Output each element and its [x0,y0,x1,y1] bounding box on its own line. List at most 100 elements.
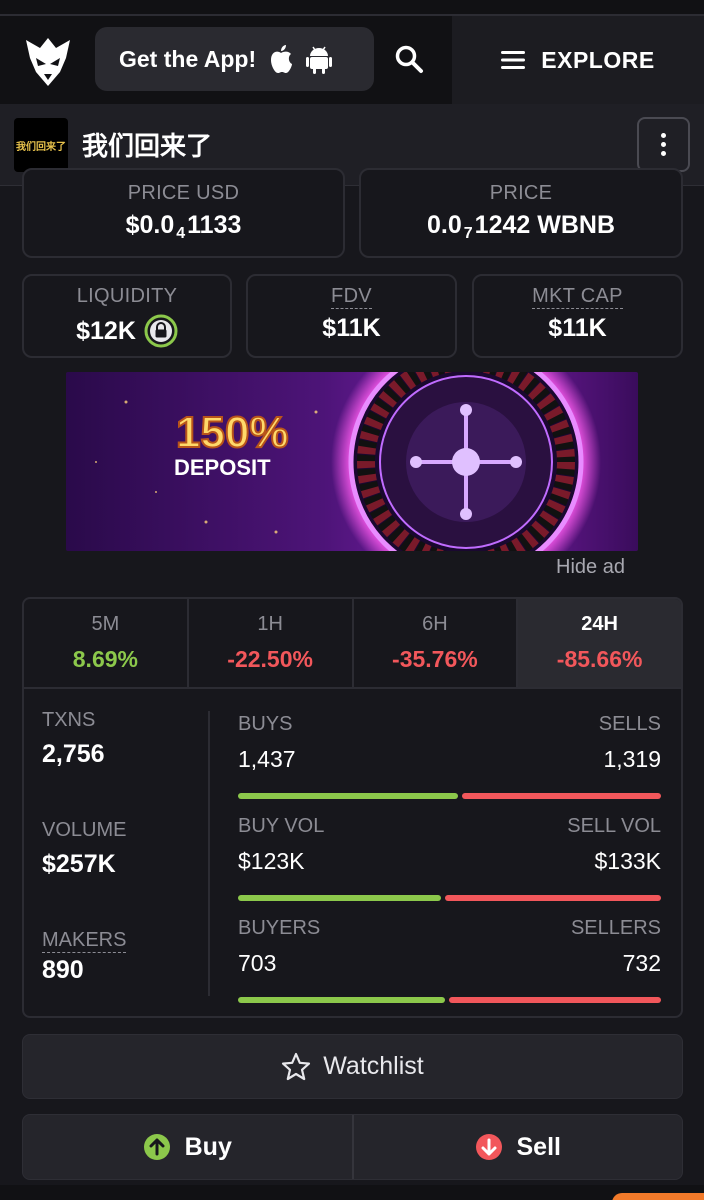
floating-action-edge[interactable] [612,1193,704,1200]
buy-bar-fill [238,793,459,799]
mkt-cap-label: MKT CAP [474,285,681,309]
summary-column: TXNS 2,756 VOLUME $257K MAKERS 890 [42,709,212,985]
fdv-card: FDV $11K [246,274,457,358]
arrow-up-circle-icon [143,1134,170,1160]
kebab-dot-icon [661,133,666,138]
price-native-suffix: 1242 WBNB [474,211,615,239]
sell-label: Sell [516,1132,561,1161]
price-native-label: PRICE [489,182,553,204]
price-usd-card: PRICE USD $0.0 4 1133 [22,168,345,258]
buys-sells-bar [238,793,661,799]
ad-banner[interactable]: 150% DEPOSIT [66,372,638,551]
stats-panel: 5M 8.69% 1H -22.50% 6H -35.76% 24H -85.6… [22,597,683,1018]
explore-label: EXPLORE [541,46,655,73]
buyers-value: 703 [238,950,277,976]
buy-sell-vol-bar [238,895,661,901]
buy-vol-label: BUY VOL [238,815,325,837]
makers-value: 890 [42,956,84,984]
get-app-button[interactable]: Get the App! [95,27,374,91]
explore-menu-button[interactable]: EXPLORE [452,16,704,104]
tab-label: 5M [91,613,120,635]
apple-icon [271,45,293,73]
get-app-label: Get the App! [119,45,257,72]
bottom-strip [0,1185,704,1200]
buy-sell-vol-row: BUY VOL SELL VOL $123K $133K [238,815,661,901]
fdv-label-text: FDV [331,285,372,309]
txns-value: 2,756 [42,740,105,768]
buyers-sellers-row: BUYERS SELLERS 703 732 [238,917,661,1003]
tab-label: 6H [422,613,448,635]
sellers-value: 732 [622,950,661,976]
buys-label: BUYS [238,713,293,735]
volume-value: $257K [42,850,116,878]
fdv-value: $11K [322,314,381,342]
tab-change: 8.69% [72,646,138,672]
tab-change: -85.66% [556,646,643,672]
tab-change: -22.50% [227,646,313,672]
liquidity-value-row: $12K [24,314,230,348]
liquidity-label: LIQUIDITY [76,285,178,307]
stats-divider [208,711,210,996]
ad-headline: 150% [176,408,289,457]
tab-label: 1H [257,613,283,635]
makers-label: MAKERS [42,929,212,953]
roulette-ad-image: 150% DEPOSIT [66,372,638,551]
sellers-label: SELLERS [570,917,661,939]
txns-stat: TXNS 2,756 [42,709,212,769]
sell-button[interactable]: Sell [354,1115,683,1179]
txns-label: TXNS [42,709,96,731]
buyers-sellers-bar [238,997,661,1003]
liquidity-value: $12K [76,316,136,345]
sellers-bar-fill [449,997,661,1003]
tab-6h[interactable]: 6H -35.76% [354,599,519,687]
ad-subtext: DEPOSIT [174,455,271,480]
fdv-label: FDV [248,285,455,309]
lock-icon[interactable] [144,314,178,348]
price-usd-value: $0.0 4 1133 [24,211,343,242]
buys-value: 1,437 [238,746,296,772]
search-icon[interactable] [394,44,424,74]
timeframe-tabs: 5M 8.69% 1H -22.50% 6H -35.76% 24H -85.6… [24,599,681,689]
sells-value: 1,319 [603,746,661,772]
buy-vol-value: $123K [238,848,305,874]
volume-stat: VOLUME $257K [42,819,212,879]
arrow-down-circle-icon [475,1134,502,1160]
buy-button[interactable]: Buy [23,1115,354,1179]
app-header: Get the App! EXPLORE [0,16,704,104]
watchlist-button[interactable]: Watchlist [22,1034,683,1099]
buyers-bar-fill [238,997,446,1003]
eagle-logo-icon[interactable] [22,34,74,90]
trade-buttons: Buy Sell [22,1114,683,1180]
token-avatar-text: 我们回来了 [16,141,66,153]
price-native-zero-count: 7 [463,224,473,242]
tab-change: -35.76% [392,646,478,672]
kebab-dot-icon [661,142,666,147]
mkt-cap-card: MKT CAP $11K [472,274,683,358]
hamburger-menu-icon [501,51,526,69]
price-usd-label: PRICE USD [127,182,240,204]
tab-1h[interactable]: 1H -22.50% [189,599,354,687]
buys-sells-row: BUYS SELLS 1,437 1,319 [238,713,661,799]
price-usd-zero-count: 4 [176,224,186,242]
tab-5m[interactable]: 5M 8.69% [24,599,189,687]
sell-vol-bar-fill [445,895,661,901]
android-icon [306,46,333,74]
volume-label: VOLUME [42,819,127,841]
sell-vol-label: SELL VOL [567,815,661,837]
buyers-label: BUYERS [238,917,321,939]
kebab-dot-icon [661,151,666,156]
mkt-cap-label-text: MKT CAP [532,285,623,309]
price-usd-suffix: 1133 [187,211,242,239]
tab-label: 24H [581,613,618,635]
price-native-value: 0.0 7 1242 WBNB [361,211,681,242]
buy-label: Buy [184,1132,232,1161]
sell-vol-value: $133K [594,848,661,874]
watchlist-label: Watchlist [323,1052,424,1080]
top-border [0,0,704,16]
token-name: 我们回来了 [82,131,213,161]
more-options-button[interactable] [637,117,690,172]
tab-24h[interactable]: 24H -85.66% [518,599,681,687]
sell-bar-fill [462,793,661,799]
hide-ad-link[interactable]: Hide ad [556,556,625,579]
liquidity-card: LIQUIDITY $12K [22,274,232,358]
